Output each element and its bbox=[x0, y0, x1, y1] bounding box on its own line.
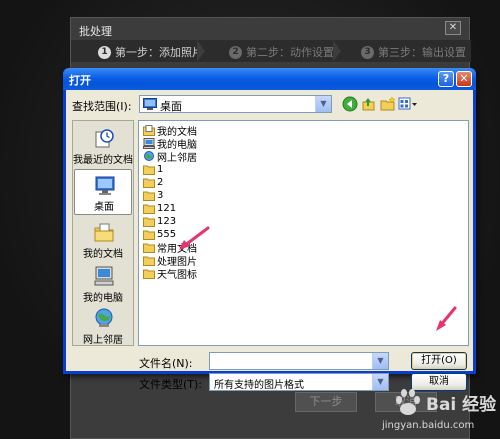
filetype-value: 所有支持的图片格式 bbox=[214, 380, 304, 391]
place-my-documents[interactable]: 我的文档 bbox=[73, 217, 133, 263]
look-in-dropdown[interactable]: 桌面 ▼ bbox=[139, 95, 332, 113]
folder-icon bbox=[143, 230, 155, 240]
place-label: 桌面 bbox=[94, 202, 114, 213]
step-bar: 1 第一步：添加照片 2 第二步：动作设置 3 第三步：输出设置 bbox=[71, 40, 471, 62]
filename-label: 文件名(N): bbox=[139, 357, 193, 370]
step-2-label: 第二步：动作设置 bbox=[246, 46, 334, 59]
open-file-dialog: 打开 ? ✕ 查找范围(I): 桌面 ▼ 我最近的文档 桌面 我的文档 我的电脑… bbox=[63, 68, 476, 391]
step-1-number: 1 bbox=[98, 45, 111, 59]
step-separator bbox=[333, 40, 341, 62]
folder-icon bbox=[143, 178, 155, 188]
watermark-brand: Bai 经验 bbox=[426, 395, 497, 415]
filename-input[interactable]: ▼ bbox=[209, 352, 389, 370]
file-name: 123 bbox=[157, 216, 177, 227]
batch-window-close-button[interactable]: ✕ bbox=[445, 21, 461, 35]
list-item[interactable]: 2 bbox=[143, 176, 163, 189]
folder-icon bbox=[143, 165, 155, 175]
dialog-close-button[interactable]: ✕ bbox=[456, 71, 472, 87]
step-2[interactable]: 2 第二步：动作设置 bbox=[229, 44, 334, 60]
help-button[interactable]: ? bbox=[438, 71, 454, 87]
folder-icon bbox=[143, 191, 155, 201]
filetype-select[interactable]: 所有支持的图片格式 ▼ bbox=[209, 373, 389, 391]
list-item[interactable]: 1 bbox=[143, 163, 163, 176]
desktop-icon bbox=[95, 176, 115, 195]
step-1-label: 第一步：添加照片 bbox=[115, 46, 203, 59]
place-desktop[interactable]: 桌面 bbox=[74, 169, 132, 215]
place-label: 我的电脑 bbox=[83, 293, 123, 304]
look-in-value: 桌面 bbox=[160, 100, 182, 113]
place-label: 网上邻居 bbox=[83, 335, 123, 346]
place-network-places[interactable]: 网上邻居 bbox=[73, 303, 133, 349]
folder-icon bbox=[143, 269, 155, 279]
file-name: 121 bbox=[157, 203, 177, 214]
batch-window-title: 批处理 bbox=[79, 25, 112, 38]
place-label: 我最近的文档 bbox=[73, 155, 133, 166]
up-folder-icon[interactable] bbox=[362, 96, 376, 112]
back-icon[interactable] bbox=[342, 96, 358, 112]
file-name: 555 bbox=[157, 229, 177, 240]
new-folder-icon[interactable] bbox=[380, 96, 396, 112]
file-name: 网上邻居 bbox=[157, 153, 197, 164]
annotation-arrow-folder bbox=[179, 226, 210, 250]
folder-icon bbox=[143, 204, 155, 214]
file-name: 天气图标 bbox=[157, 270, 197, 281]
dialog-title-bar[interactable]: 打开 ? ✕ bbox=[63, 68, 476, 90]
my-computer-icon bbox=[143, 138, 155, 149]
chevron-down-icon[interactable]: ▼ bbox=[372, 353, 388, 369]
recent-documents-icon bbox=[95, 129, 114, 148]
step-separator bbox=[197, 40, 205, 62]
place-my-computer[interactable]: 我的电脑 bbox=[73, 261, 133, 307]
look-in-label: 查找范围(I): bbox=[72, 100, 132, 113]
network-places-icon bbox=[144, 151, 154, 161]
step-3[interactable]: 3 第三步：输出设置 bbox=[361, 44, 466, 60]
open-button[interactable]: 打开(O) bbox=[411, 352, 467, 370]
list-item[interactable]: 网上邻居 bbox=[143, 150, 197, 164]
my-documents-icon bbox=[143, 125, 155, 136]
folder-icon bbox=[143, 256, 155, 266]
desktop-icon bbox=[143, 98, 157, 110]
file-name: 3 bbox=[157, 190, 164, 201]
chevron-down-icon[interactable]: ▼ bbox=[315, 96, 331, 112]
list-item[interactable]: 天气图标 bbox=[143, 267, 197, 281]
folder-icon bbox=[143, 217, 155, 227]
my-documents-icon bbox=[94, 223, 114, 242]
place-recent-documents[interactable]: 我最近的文档 bbox=[73, 123, 133, 169]
step-2-number: 2 bbox=[229, 45, 242, 59]
paw-logo-icon bbox=[396, 389, 420, 415]
list-item[interactable]: 123 bbox=[143, 215, 176, 228]
file-name: 1 bbox=[157, 164, 164, 175]
places-bar: 我最近的文档 桌面 我的文档 我的电脑 网上邻居 bbox=[72, 120, 134, 346]
next-step-button[interactable]: 下一步 bbox=[295, 392, 357, 412]
file-name: 2 bbox=[157, 177, 164, 188]
list-item[interactable]: 121 bbox=[143, 202, 176, 215]
filetype-label: 文件类型(T): bbox=[139, 378, 203, 391]
folder-icon bbox=[143, 243, 155, 253]
watermark-url: jingyan.baidu.com bbox=[382, 420, 475, 431]
place-label: 我的文档 bbox=[83, 249, 123, 260]
list-item[interactable]: 3 bbox=[143, 189, 163, 202]
network-places-icon bbox=[95, 308, 113, 327]
step-3-label: 第三步：输出设置 bbox=[378, 46, 466, 59]
annotation-arrow-open bbox=[436, 306, 457, 331]
view-menu-icon[interactable] bbox=[398, 96, 418, 112]
dialog-body: 查找范围(I): 桌面 ▼ 我最近的文档 桌面 我的文档 我的电脑 网上邻居 我… bbox=[66, 90, 473, 391]
dialog-title: 打开 bbox=[69, 74, 91, 87]
baidu-jingyan-watermark: Bai 经验 jingyan.baidu.com bbox=[382, 388, 497, 436]
step-3-number: 3 bbox=[361, 45, 374, 59]
step-1[interactable]: 1 第一步：添加照片 bbox=[98, 44, 203, 60]
my-computer-icon bbox=[94, 266, 114, 286]
